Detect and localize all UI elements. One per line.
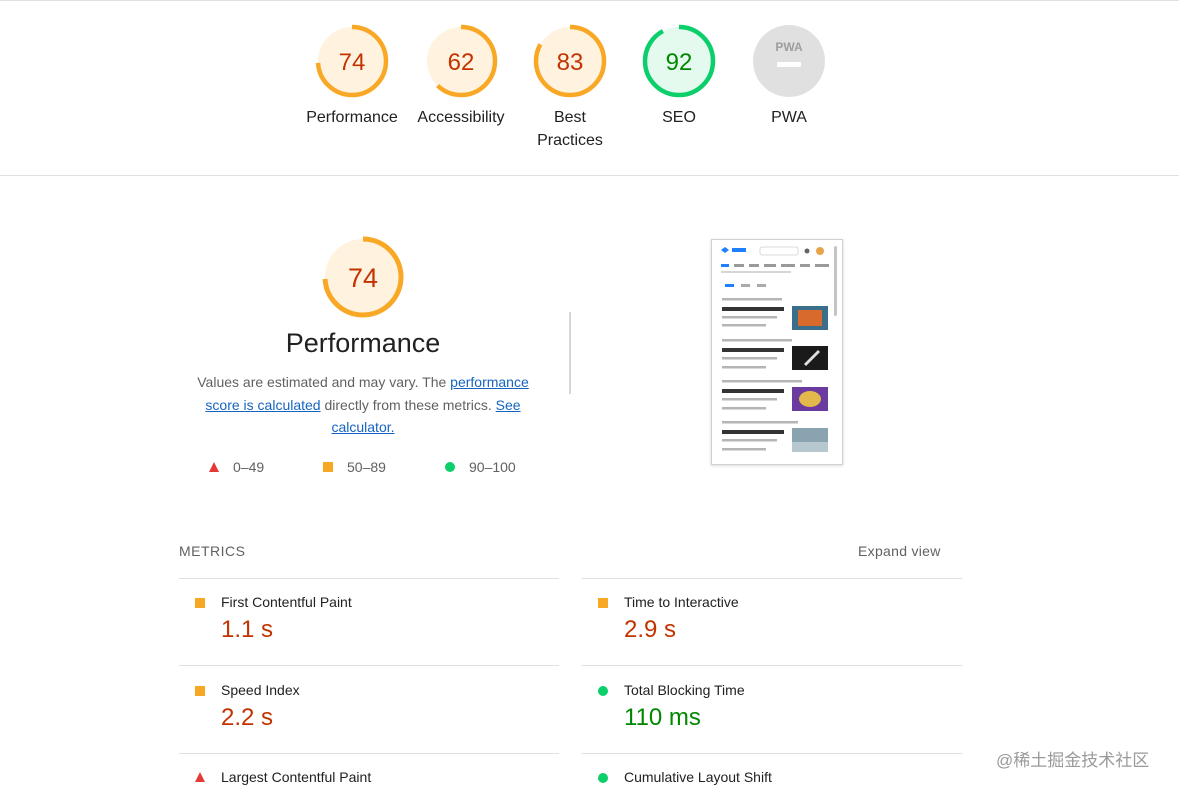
legend-pass: 90–100 <box>445 459 516 475</box>
gauge-ring: 92 <box>642 24 716 98</box>
metric-value: 1.1 s <box>221 616 274 643</box>
category-summary-bar: 74 Performance 62 Accessibility 83 Best … <box>0 0 1179 176</box>
pwa-badge-icon: PWA <box>753 25 825 97</box>
metric-divider <box>179 665 559 666</box>
desc-text: directly from these metrics. <box>320 396 496 413</box>
legend-range: 90–100 <box>469 459 516 475</box>
gauge-label: PWA <box>771 109 807 126</box>
gauge-seo[interactable]: 92 SEO <box>624 23 734 129</box>
gauge-score: 62 <box>448 49 475 76</box>
gauge-accessibility[interactable]: 62 Accessibility <box>406 23 516 129</box>
performance-title: Performance <box>285 328 441 358</box>
gauge-label-line1: Best <box>553 109 586 126</box>
metric-name: Largest Contentful Paint <box>221 769 372 785</box>
metric-value: 2.9 s <box>624 616 677 643</box>
gauge-label-line2: Practices <box>537 132 603 149</box>
pwa-badge-text: PWA <box>775 40 803 54</box>
metrics-header: METRICS <box>179 543 246 559</box>
metric-divider <box>582 578 962 579</box>
desc-text: Values are estimated and may vary. The <box>197 374 451 390</box>
average-square-icon <box>195 598 205 608</box>
gauge-label: Performance <box>306 109 398 126</box>
metric-name: Time to Interactive <box>624 594 739 610</box>
gauge-score: 92 <box>666 49 693 76</box>
metric-divider <box>179 753 559 754</box>
fail-triangle-icon <box>195 772 205 782</box>
performance-description: Values are estimated and may vary. The p… <box>188 371 538 439</box>
metric-name: Cumulative Layout Shift <box>624 769 772 785</box>
performance-score: 74 <box>348 263 378 293</box>
page-screenshot-thumbnail[interactable] <box>711 239 843 465</box>
metric-name: Speed Index <box>221 682 300 698</box>
metric-divider <box>179 578 559 579</box>
gauge-label: Best Practices <box>515 106 625 152</box>
legend-average: 50–89 <box>323 459 386 475</box>
gauge-score: 74 <box>339 49 366 76</box>
performance-main-gauge: 74 <box>288 234 438 320</box>
gauge-ring: 83 <box>533 24 607 98</box>
vertical-divider <box>569 312 571 394</box>
circle-icon <box>445 462 455 472</box>
gauge-pwa[interactable]: PWA PWA <box>734 23 844 129</box>
metric-divider <box>582 753 962 754</box>
gauge-performance[interactable]: 74 Performance <box>297 23 407 129</box>
legend-range: 0–49 <box>233 459 265 475</box>
pass-circle-icon <box>598 686 608 696</box>
metric-name: Total Blocking Time <box>624 682 745 698</box>
triangle-icon <box>209 462 219 472</box>
expand-view-toggle[interactable]: Expand view <box>858 543 941 559</box>
gauge-ring: 62 <box>424 24 498 98</box>
gauge-label: SEO <box>662 109 696 126</box>
metric-name: First Contentful Paint <box>221 594 352 610</box>
square-icon <box>323 462 333 472</box>
watermark: @稀土掘金技术社区 <box>996 751 1150 770</box>
average-square-icon <box>598 598 608 608</box>
legend-range: 50–89 <box>347 459 386 475</box>
metric-value: 2.2 s <box>221 704 274 731</box>
legend-fail: 0–49 <box>209 459 264 475</box>
gauge-label: Accessibility <box>417 109 505 126</box>
average-square-icon <box>195 686 205 696</box>
screenshot-image <box>712 240 842 464</box>
gauge-ring: 74 <box>322 236 404 318</box>
metric-divider <box>582 665 962 666</box>
gauge-score: 83 <box>557 49 584 76</box>
metric-value: 110 ms <box>624 704 701 731</box>
gauge-best-practices[interactable]: 83 Best Practices <box>515 23 625 152</box>
pass-circle-icon <box>598 773 608 783</box>
gauge-ring: 74 <box>315 24 389 98</box>
